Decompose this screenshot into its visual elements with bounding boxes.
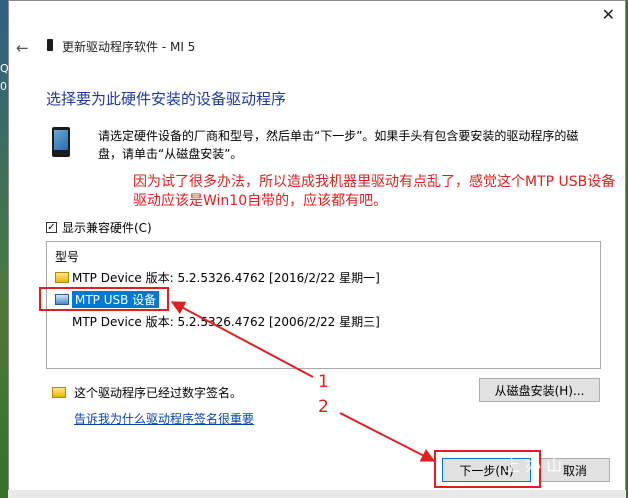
arrow-2 xyxy=(339,412,436,462)
annotation-arrows xyxy=(170,301,436,462)
taskbar-strip xyxy=(8,490,626,498)
step-number-1: 1 xyxy=(318,372,329,392)
watermark: 上 办 山 xyxy=(504,456,563,475)
step-number-2: 2 xyxy=(318,397,329,417)
arrow-1 xyxy=(170,301,314,378)
